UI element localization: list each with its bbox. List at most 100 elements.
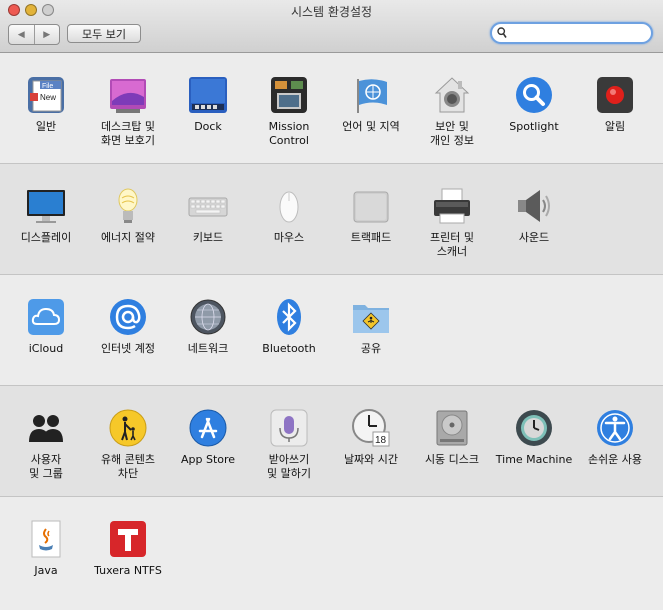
- dictation-speech-icon: [270, 409, 308, 447]
- pane-general[interactable]: File New 일반: [6, 75, 86, 134]
- pane-spotlight[interactable]: Spotlight: [494, 75, 574, 134]
- pane-label: 에너지 절약: [100, 231, 156, 244]
- app-store-icon: [189, 409, 227, 447]
- pane-trackpad[interactable]: 트랙패드: [331, 186, 411, 245]
- pane-label: Tuxera NTFS: [94, 564, 162, 577]
- pane-label: 날짜와 시간: [343, 453, 399, 466]
- pane-time-machine[interactable]: Time Machine: [494, 408, 574, 467]
- search-input[interactable]: [510, 25, 645, 41]
- pane-sound[interactable]: 사운드: [494, 186, 574, 245]
- pane-tuxera-ntfs[interactable]: Tuxera NTFS: [88, 519, 168, 578]
- search-icon: [497, 27, 507, 38]
- pane-sharing[interactable]: 공유: [331, 297, 411, 356]
- users-groups-icon: [29, 415, 63, 442]
- hardware-section: 디스플레이 에너지 절약 키보드 마우스 트랙패드 프린터 및 스캐너 사운드: [0, 164, 663, 275]
- pane-label: 마우스: [273, 231, 305, 244]
- pane-label: Java: [34, 564, 58, 577]
- energy-saver-icon: [118, 188, 138, 223]
- date-time-icon: 18: [352, 409, 390, 447]
- pane-label: 인터넷 계정: [100, 342, 156, 355]
- general-icon: File New: [28, 77, 64, 113]
- pane-accessibility[interactable]: 손쉬운 사용: [575, 408, 655, 467]
- pane-label: Dock: [194, 120, 222, 133]
- mouse-icon: [279, 191, 299, 223]
- pane-network[interactable]: 네트워크: [168, 297, 248, 356]
- pane-security-privacy[interactable]: 보안 및 개인 정보: [412, 75, 492, 148]
- pane-label: 키보드: [192, 231, 224, 244]
- spotlight-icon: [516, 77, 552, 113]
- pane-mission-control[interactable]: Mission Control: [249, 75, 329, 148]
- pane-java[interactable]: Java: [6, 519, 86, 578]
- pane-label: App Store: [180, 453, 236, 466]
- pane-label: 언어 및 지역: [342, 120, 400, 133]
- mission-control-icon: [271, 77, 307, 113]
- pane-users-groups[interactable]: 사용자 및 그룹: [6, 408, 86, 481]
- network-icon: [190, 299, 226, 335]
- pane-label: 사용자 및 그룹: [29, 453, 63, 480]
- parental-controls-icon: [109, 409, 147, 447]
- pane-label: 시동 디스크: [424, 453, 480, 466]
- startup-disk-icon: [436, 410, 468, 446]
- internet-section: iCloud 인터넷 계정 네트워크 Bluetooth 공유: [0, 275, 663, 386]
- svg-text:18: 18: [375, 435, 387, 446]
- toolbar: 시스템 환경설정 ◀ ▶ 모두 보기: [0, 0, 663, 53]
- back-button[interactable]: ◀: [9, 25, 34, 44]
- pane-label: 받아쓰기 및 말하기: [267, 453, 311, 480]
- pane-notifications[interactable]: 알림: [575, 75, 655, 134]
- pane-label: 프린터 및 스캐너: [430, 231, 474, 258]
- pane-label: 보안 및 개인 정보: [430, 120, 474, 147]
- forward-arrow-icon: ▶: [43, 29, 51, 40]
- personal-section: File New 일반 데스크탑 및 화면 보호기 Dock Mission C…: [0, 53, 663, 164]
- trackpad-icon: [353, 191, 389, 223]
- pane-bluetooth[interactable]: Bluetooth: [249, 297, 329, 356]
- pane-energy-saver[interactable]: 에너지 절약: [88, 186, 168, 245]
- back-arrow-icon: ◀: [17, 29, 25, 40]
- pane-label: 공유: [360, 342, 382, 355]
- system-preferences-window: 시스템 환경설정 ◀ ▶ 모두 보기 File New 일반 데스크탑 및 화면…: [0, 0, 663, 610]
- svg-text:File: File: [42, 83, 53, 90]
- pane-label: Time Machine: [495, 453, 573, 466]
- other-section: Java Tuxera NTFS: [0, 497, 663, 610]
- system-section: 사용자 및 그룹 유해 콘텐츠 차단 App Store 받아쓰기 및 말하기 …: [0, 386, 663, 497]
- pane-keyboard[interactable]: 키보드: [168, 186, 248, 245]
- pane-label: 사운드: [518, 231, 550, 244]
- keyboard-icon: [188, 197, 228, 217]
- pane-label: 일반: [35, 120, 57, 133]
- internet-accounts-icon: [110, 299, 146, 335]
- pane-dictation-speech[interactable]: 받아쓰기 및 말하기: [249, 408, 329, 481]
- forward-button[interactable]: ▶: [33, 25, 60, 44]
- show-all-button[interactable]: 모두 보기: [67, 24, 141, 43]
- java-icon: [31, 520, 61, 558]
- bluetooth-icon: [277, 299, 301, 335]
- pane-startup-disk[interactable]: 시동 디스크: [412, 408, 492, 467]
- tuxera-ntfs-icon: [110, 521, 146, 557]
- icloud-icon: [28, 299, 64, 335]
- svg-text:New: New: [40, 93, 56, 102]
- search-field[interactable]: [490, 22, 653, 44]
- pane-label: 유해 콘텐츠 차단: [100, 453, 156, 480]
- pane-date-time[interactable]: 18 날짜와 시간: [331, 408, 411, 467]
- printer-scanner-icon: [434, 188, 470, 224]
- pane-dock[interactable]: Dock: [168, 75, 248, 134]
- pane-mouse[interactable]: 마우스: [249, 186, 329, 245]
- window-title: 시스템 환경설정: [290, 5, 373, 19]
- pane-printer-scanner[interactable]: 프린터 및 스캐너: [412, 186, 492, 259]
- pane-parental-controls[interactable]: 유해 콘텐츠 차단: [88, 408, 168, 481]
- sharing-icon: [353, 305, 389, 333]
- displays-icon: [27, 190, 65, 223]
- nav-buttons: ◀ ▶: [8, 24, 60, 45]
- sound-icon: [518, 190, 550, 222]
- pane-label: 데스크탑 및 화면 보호기: [100, 120, 156, 147]
- pane-internet-accounts[interactable]: 인터넷 계정: [88, 297, 168, 356]
- notifications-icon: [597, 77, 633, 113]
- desktop-screensaver-icon: [110, 79, 146, 113]
- pane-app-store[interactable]: App Store: [168, 408, 248, 467]
- security-privacy-icon: [434, 77, 470, 113]
- pane-icloud[interactable]: iCloud: [6, 297, 86, 356]
- pane-displays[interactable]: 디스플레이: [6, 186, 86, 245]
- pane-desktop-screensaver[interactable]: 데스크탑 및 화면 보호기: [88, 75, 168, 148]
- pane-label: Bluetooth: [262, 342, 316, 355]
- pane-label: iCloud: [28, 342, 64, 355]
- pane-language-region[interactable]: 언어 및 지역: [331, 75, 411, 134]
- pane-label: Spotlight: [509, 120, 559, 133]
